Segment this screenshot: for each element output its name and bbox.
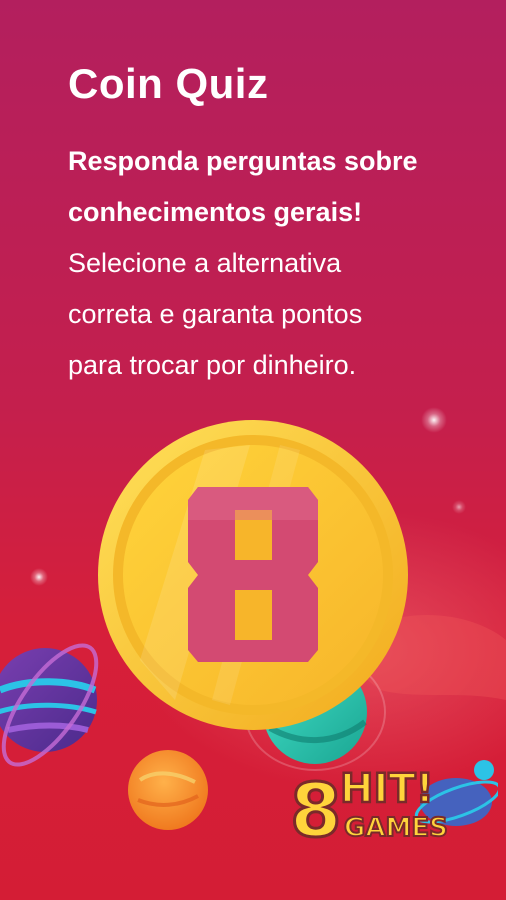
promo-screen: Coin Quiz Responda perguntas sobre conhe…: [0, 0, 506, 900]
purple-planet-icon: [0, 643, 99, 767]
orange-planet-icon: [128, 750, 208, 830]
brand-logo: 8 HIT! GAMES: [289, 760, 498, 848]
svg-text:HIT!: HIT!: [340, 766, 434, 812]
svg-text:8: 8: [290, 768, 342, 848]
svg-text:GAMES: GAMES: [344, 813, 448, 843]
gold-coin-icon: [98, 420, 408, 730]
